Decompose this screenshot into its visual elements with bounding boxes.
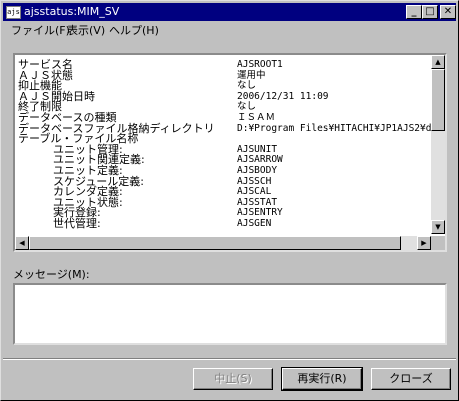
status-panel[interactable]: サービス名 AJSROOT1 ＡＪＳ状態 運用中 抑止機能 なし ＡＪＳ開始日時 2006/1…	[13, 53, 447, 252]
menu-help[interactable]: ヘルプ(H)	[109, 24, 159, 38]
close-button[interactable]: クローズ	[371, 368, 451, 390]
menu-file[interactable]: ファイル(F)	[11, 24, 70, 38]
menu-bar: ファイル(F) 表示(V) ヘルプ(H)	[3, 22, 456, 40]
menu-view[interactable]: 表示(V)	[67, 24, 105, 38]
close-window-button[interactable]: ✕	[440, 5, 456, 19]
scroll-right-icon[interactable]: ▶	[417, 236, 431, 250]
status-value: AJSBODY	[237, 165, 278, 176]
status-value: AJSSTAT	[237, 196, 278, 208]
status-value: 運用中	[237, 69, 266, 81]
status-value: なし	[237, 101, 257, 113]
maximize-button[interactable]: □	[422, 5, 438, 19]
status-value: AJSROOT1	[237, 59, 283, 70]
horizontal-scroll-thumb[interactable]	[29, 236, 401, 250]
status-value: D:¥Program Files¥HITACHI¥JP1AJS2¥da	[237, 122, 438, 134]
window-title: ajsstatus:MIM_SV	[24, 5, 120, 18]
status-value: AJSUNIT	[237, 143, 278, 155]
vertical-scroll-thumb[interactable]	[431, 69, 445, 131]
message-label: メッセージ(M):	[13, 268, 90, 281]
scroll-left-icon[interactable]: ◀	[15, 236, 29, 250]
scroll-down-icon[interactable]: ▼	[431, 220, 445, 234]
minimize-button[interactable]: _	[406, 5, 422, 19]
status-value: AJSARROW	[237, 154, 283, 166]
main-window: ajs ajsstatus:MIM_SV _ □ ✕ ファイル(F) 表示(V)…	[0, 0, 459, 401]
status-value: AJSSCH	[237, 175, 272, 187]
stop-button[interactable]: 中止(S)	[193, 368, 273, 390]
status-value: なし	[237, 80, 257, 92]
horizontal-scrollbar[interactable]: ◀ ▶	[15, 236, 431, 250]
title-bar[interactable]: ajs ajsstatus:MIM_SV _ □ ✕	[3, 3, 456, 21]
divider	[3, 358, 456, 360]
status-value: ＩＳＡＭ	[237, 112, 276, 123]
scrollbar-corner	[431, 236, 445, 250]
status-value: AJSENTRY	[237, 207, 283, 219]
status-value: AJSGEN	[237, 218, 272, 229]
rerun-button[interactable]: 再実行(R)	[281, 367, 363, 391]
message-area[interactable]	[13, 283, 447, 345]
status-value: AJSCAL	[237, 186, 272, 198]
scroll-up-icon[interactable]: ▲	[431, 55, 445, 69]
vertical-scrollbar[interactable]: ▲ ▼	[431, 55, 445, 234]
status-key: 世代管理:	[53, 217, 101, 230]
status-value: 2006/12/31 11:09	[237, 90, 329, 102]
app-icon: ajs	[6, 6, 21, 19]
